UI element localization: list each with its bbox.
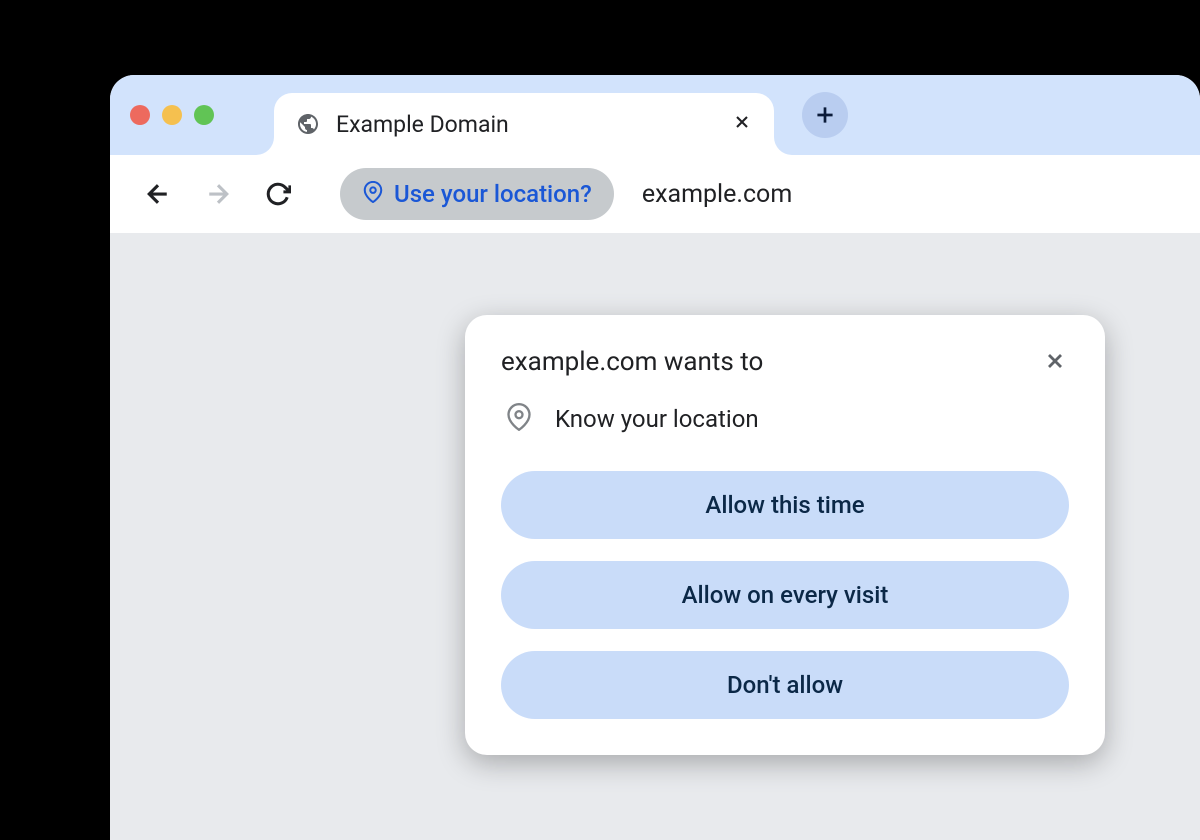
toolbar: Use your location? example.com <box>110 155 1200 233</box>
permission-row: Know your location <box>501 403 1069 435</box>
tab-title: Example Domain <box>336 111 716 138</box>
window-controls <box>130 105 214 125</box>
tab-close-button[interactable] <box>732 112 752 136</box>
deny-button[interactable]: Don't allow <box>501 651 1069 719</box>
window-close-button[interactable] <box>130 105 150 125</box>
permission-chip[interactable]: Use your location? <box>340 168 614 220</box>
url-text: example.com <box>642 180 792 209</box>
browser-window: Example Domain Use your location? e <box>110 75 1200 840</box>
address-bar[interactable]: Use your location? example.com <box>340 168 1170 220</box>
window-minimize-button[interactable] <box>162 105 182 125</box>
location-pin-icon <box>505 403 533 435</box>
new-tab-button[interactable] <box>802 92 848 138</box>
forward-button[interactable] <box>200 176 236 212</box>
globe-icon <box>296 112 320 136</box>
allow-once-button[interactable]: Allow this time <box>501 471 1069 539</box>
dialog-title: example.com wants to <box>501 347 763 377</box>
reload-button[interactable] <box>260 176 296 212</box>
back-button[interactable] <box>140 176 176 212</box>
dialog-buttons: Allow this time Allow on every visit Don… <box>501 471 1069 719</box>
location-pin-icon <box>362 181 384 207</box>
dialog-close-button[interactable] <box>1041 347 1069 379</box>
permission-dialog: example.com wants to Know your location … <box>465 315 1105 755</box>
browser-tab[interactable]: Example Domain <box>274 93 774 155</box>
window-maximize-button[interactable] <box>194 105 214 125</box>
permission-chip-label: Use your location? <box>394 180 592 208</box>
tab-strip: Example Domain <box>110 75 1200 155</box>
allow-always-button[interactable]: Allow on every visit <box>501 561 1069 629</box>
permission-description: Know your location <box>555 405 759 433</box>
dialog-header: example.com wants to <box>501 347 1069 379</box>
